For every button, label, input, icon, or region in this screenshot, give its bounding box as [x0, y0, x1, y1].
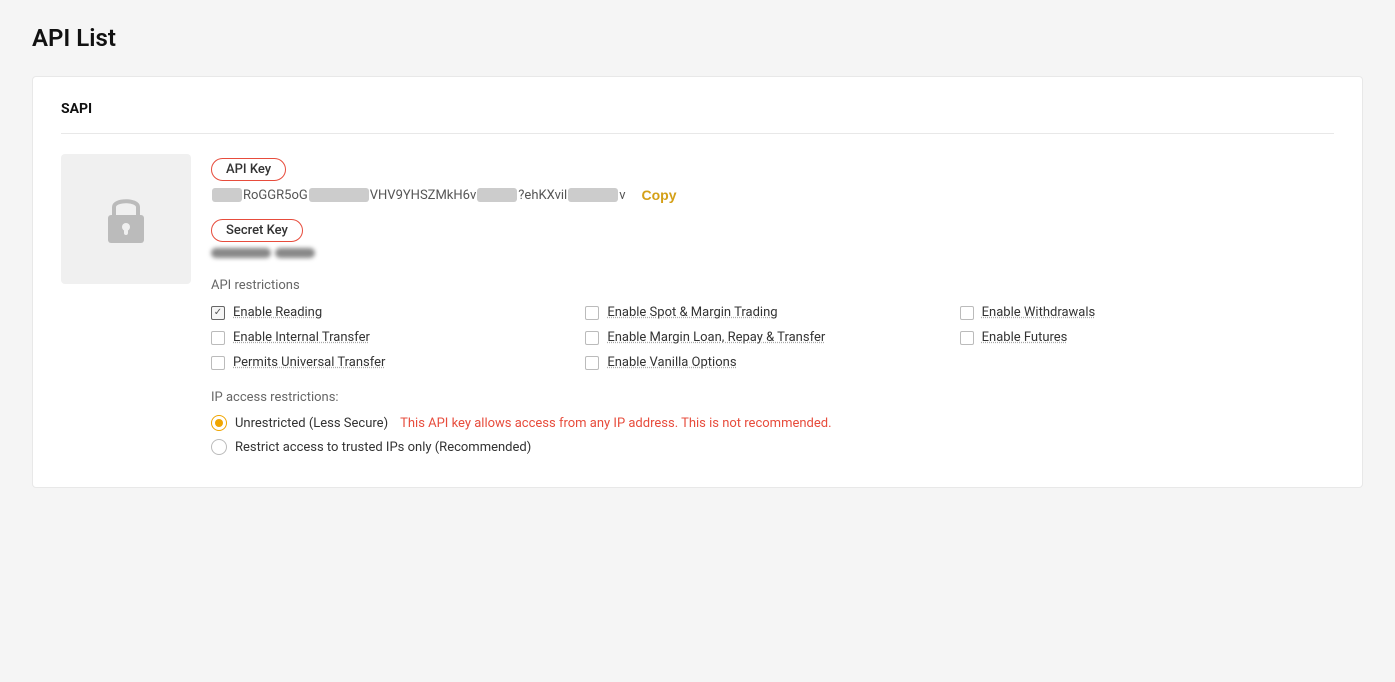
checkbox-enable-reading[interactable] [211, 306, 225, 320]
ip-restrictions-title: IP access restrictions: [211, 390, 1334, 405]
api-key-label-wrapper: API Key [211, 158, 286, 181]
api-key-visible-1: RoGGR5oG [243, 188, 308, 203]
secret-dot-1 [211, 248, 271, 258]
restriction-item-enable-margin-loan: Enable Margin Loan, Repay & Transfer [585, 330, 959, 345]
section-label: SAPI [61, 101, 1334, 134]
api-key-label: API Key [211, 158, 286, 181]
checkbox-enable-spot[interactable] [585, 306, 599, 320]
restriction-item-enable-vanilla-options: Enable Vanilla Options [585, 355, 959, 370]
checkbox-permits-universal-transfer[interactable] [211, 356, 225, 370]
restriction-item-permits-universal-transfer: Permits Universal Transfer [211, 355, 585, 370]
api-entry: API Key RoGGR5oG VHV9YHSZMkH6v ?ehKXvil [61, 154, 1334, 463]
lock-icon [102, 191, 150, 247]
checkbox-enable-margin-loan[interactable] [585, 331, 599, 345]
empty-cell [960, 355, 1334, 370]
checkbox-enable-withdrawals[interactable] [960, 306, 974, 320]
copy-button[interactable]: Copy [642, 187, 677, 203]
restrictions-title: API restrictions [211, 278, 1334, 293]
radio-item-unrestricted: Unrestricted (Less Secure) This API key … [211, 415, 1334, 431]
secret-key-value [211, 248, 1334, 258]
api-key-visible-4: v [619, 188, 625, 203]
checkbox-enable-futures[interactable] [960, 331, 974, 345]
checkbox-enable-vanilla-options[interactable] [585, 356, 599, 370]
radio-label-unrestricted: Unrestricted (Less Secure) [235, 416, 388, 431]
restriction-label-enable-vanilla-options: Enable Vanilla Options [607, 355, 736, 370]
api-key-blurred-4 [568, 188, 618, 202]
restriction-label-permits-universal-transfer: Permits Universal Transfer [233, 355, 385, 370]
restriction-label-enable-margin-loan: Enable Margin Loan, Repay & Transfer [607, 330, 825, 345]
api-key-display: RoGGR5oG VHV9YHSZMkH6v ?ehKXvil v [211, 188, 626, 203]
api-key-blurred-2 [309, 188, 369, 202]
api-key-blurred-1 [212, 188, 242, 202]
restriction-item-enable-futures: Enable Futures [960, 330, 1334, 345]
restriction-item-enable-reading: Enable Reading [211, 305, 585, 320]
lock-icon-box [61, 154, 191, 284]
api-key-value-row: RoGGR5oG VHV9YHSZMkH6v ?ehKXvil v Copy [211, 187, 1334, 203]
restriction-item-enable-withdrawals: Enable Withdrawals [960, 305, 1334, 320]
ip-restrictions-section: IP access restrictions: Unrestricted (Le… [211, 390, 1334, 455]
secret-dot-2 [275, 248, 315, 258]
page-container: API List SAPI API Key [0, 0, 1395, 682]
restrictions-section: API restrictions Enable Reading Enable S… [211, 278, 1334, 370]
secret-key-section: Secret Key [211, 219, 1334, 258]
radio-trusted[interactable] [211, 439, 227, 455]
restriction-label-enable-futures: Enable Futures [982, 330, 1068, 345]
restrictions-grid: Enable Reading Enable Spot & Margin Trad… [211, 305, 1334, 370]
restriction-label-enable-withdrawals: Enable Withdrawals [982, 305, 1096, 320]
radio-warning-unrestricted: This API key allows access from any IP a… [400, 416, 831, 431]
radio-unrestricted[interactable] [211, 415, 227, 431]
api-card: SAPI API Key [32, 76, 1363, 488]
page-title: API List [32, 24, 1363, 52]
restriction-label-enable-spot: Enable Spot & Margin Trading [607, 305, 777, 320]
api-key-blurred-3 [477, 188, 517, 202]
secret-key-label: Secret Key [211, 219, 303, 242]
api-key-visible-3: ?ehKXvil [518, 188, 567, 203]
api-key-visible-2: VHV9YHSZMkH6v [370, 188, 477, 203]
checkbox-enable-internal-transfer[interactable] [211, 331, 225, 345]
api-key-section: API Key RoGGR5oG VHV9YHSZMkH6v ?ehKXvil [211, 158, 1334, 203]
restriction-item-enable-internal-transfer: Enable Internal Transfer [211, 330, 585, 345]
radio-item-trusted: Restrict access to trusted IPs only (Rec… [211, 439, 1334, 455]
restriction-label-enable-internal-transfer: Enable Internal Transfer [233, 330, 370, 345]
radio-label-trusted: Restrict access to trusted IPs only (Rec… [235, 440, 531, 455]
radio-inner-unrestricted [215, 419, 223, 427]
api-details: API Key RoGGR5oG VHV9YHSZMkH6v ?ehKXvil [211, 154, 1334, 463]
secret-key-label-wrapper: Secret Key [211, 219, 303, 242]
restriction-item-enable-spot: Enable Spot & Margin Trading [585, 305, 959, 320]
restriction-label-enable-reading: Enable Reading [233, 305, 322, 320]
